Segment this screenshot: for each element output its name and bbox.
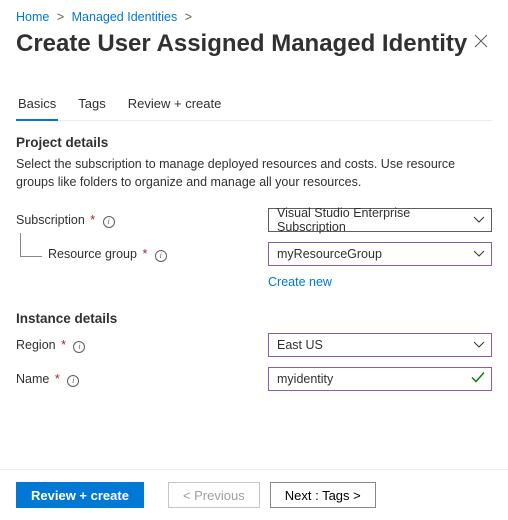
subscription-select[interactable]: Visual Studio Enterprise Subscription (268, 208, 492, 232)
region-select[interactable]: East US (268, 333, 492, 357)
breadcrumb-managed-identities[interactable]: Managed Identities (72, 10, 178, 24)
project-details-description: Select the subscription to manage deploy… (16, 156, 492, 191)
subscription-label: Subscription (16, 213, 85, 227)
info-icon[interactable]: i (67, 375, 79, 387)
info-icon[interactable]: i (73, 341, 85, 353)
resource-group-value: myResourceGroup (277, 247, 382, 261)
info-icon[interactable]: i (103, 216, 115, 228)
chevron-down-icon (473, 341, 485, 349)
review-create-button[interactable]: Review + create (16, 482, 144, 508)
close-icon[interactable] (470, 30, 492, 56)
previous-button: < Previous (168, 482, 260, 508)
page-title: Create User Assigned Managed Identity (16, 30, 467, 58)
chevron-down-icon (473, 250, 485, 258)
checkmark-icon (471, 372, 485, 387)
resource-group-select[interactable]: myResourceGroup (268, 242, 492, 266)
resource-group-label: Resource group (48, 247, 137, 261)
breadcrumb: Home > Managed Identities > (16, 10, 492, 24)
info-icon[interactable]: i (155, 250, 167, 262)
name-label: Name (16, 372, 49, 386)
tab-review-create[interactable]: Review + create (126, 92, 224, 120)
tabs: Basics Tags Review + create (16, 92, 492, 121)
chevron-right-icon: > (57, 10, 64, 24)
breadcrumb-home[interactable]: Home (16, 10, 49, 24)
tab-tags[interactable]: Tags (76, 92, 107, 120)
region-label: Region (16, 338, 56, 352)
tab-basics[interactable]: Basics (16, 92, 58, 121)
name-input[interactable]: myidentity (268, 367, 492, 391)
footer: Review + create < Previous Next : Tags > (0, 469, 508, 520)
chevron-down-icon (473, 216, 485, 224)
subscription-value: Visual Studio Enterprise Subscription (277, 206, 467, 234)
create-new-link[interactable]: Create new (268, 275, 492, 289)
required-indicator: * (61, 338, 66, 352)
tree-line-icon (20, 233, 42, 257)
required-indicator: * (142, 247, 147, 261)
region-value: East US (277, 338, 323, 352)
required-indicator: * (55, 372, 60, 386)
required-indicator: * (90, 213, 95, 227)
name-value: myidentity (277, 372, 333, 386)
chevron-right-icon: > (185, 10, 192, 24)
project-details-heading: Project details (16, 135, 492, 150)
next-button[interactable]: Next : Tags > (270, 482, 376, 508)
instance-details-heading: Instance details (16, 311, 492, 326)
